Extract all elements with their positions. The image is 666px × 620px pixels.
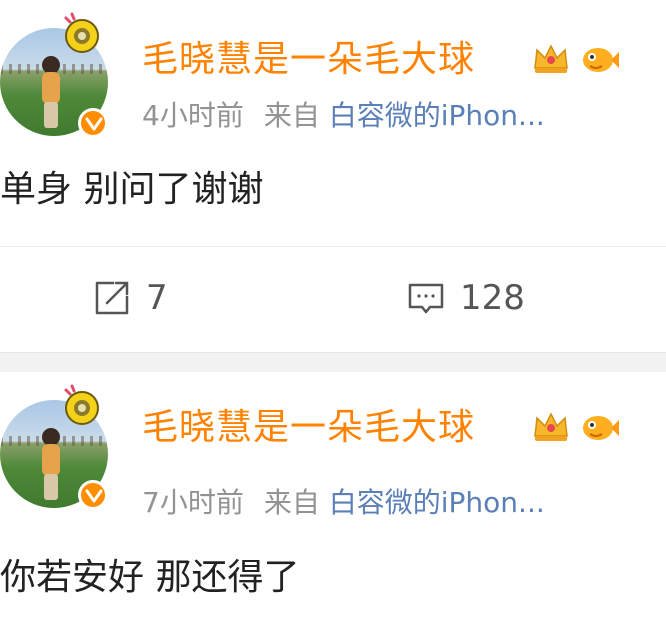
avatar-sticker-icon bbox=[64, 384, 99, 425]
avatar[interactable] bbox=[0, 384, 108, 510]
username[interactable]: 毛晓慧是一朵毛大球 bbox=[142, 40, 475, 80]
comment-icon bbox=[408, 283, 444, 314]
feed-post: 毛晓慧是一朵毛大球 4小时前来自 白容微的iPhon... 单身 别问了谢谢 bbox=[0, 0, 666, 352]
username[interactable]: 毛晓慧是一朵毛大球 bbox=[142, 408, 475, 448]
divider bbox=[0, 246, 666, 247]
post-separator bbox=[0, 352, 666, 372]
verified-badge-icon bbox=[78, 480, 108, 510]
weibo-feed: 毛晓慧是一朵毛大球 4小时前来自 白容微的iPhon... 单身 别问了谢谢 bbox=[0, 0, 666, 620]
post-actions: 7 128 bbox=[0, 264, 666, 334]
post-content: 单身 别问了谢谢 bbox=[0, 169, 264, 210]
post-time: 4小时前 bbox=[142, 99, 244, 132]
avatar[interactable] bbox=[0, 12, 108, 138]
avatar-sticker-icon bbox=[64, 12, 99, 53]
repost-count: 7 bbox=[146, 278, 168, 318]
crown-icon bbox=[534, 44, 568, 73]
comment-button[interactable]: 128 bbox=[406, 278, 525, 318]
post-source[interactable]: 白容微的iPhon... bbox=[329, 99, 545, 132]
post-meta: 4小时前 来自 白容微的iPhon... bbox=[142, 100, 545, 132]
source-prefix: 来自 bbox=[263, 99, 320, 132]
repost-icon bbox=[95, 281, 129, 315]
comment-count: 128 bbox=[460, 278, 525, 318]
repost-button[interactable]: 7 bbox=[92, 278, 168, 318]
verified-badge-icon bbox=[78, 108, 108, 138]
fish-icon bbox=[583, 48, 619, 72]
